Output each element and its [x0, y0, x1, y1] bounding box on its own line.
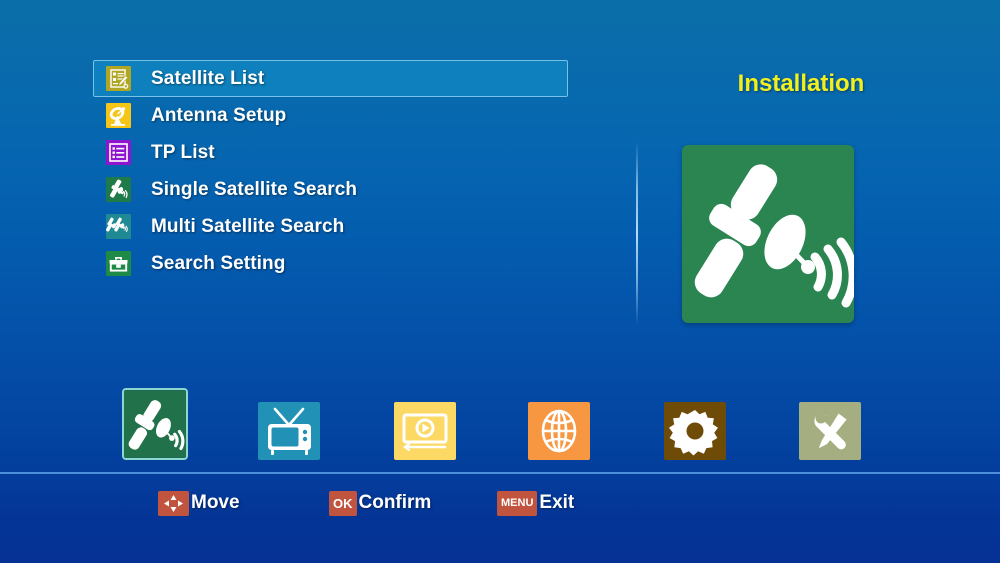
hint-label-exit: Exit [539, 492, 575, 513]
menu-item-label: TP List [151, 141, 215, 163]
satellite-list-icon [106, 66, 131, 91]
ok-key-icon: OK [329, 490, 357, 516]
satellite-dish-icon [682, 145, 854, 323]
hint-label-move: Move [191, 492, 240, 513]
tools-tab[interactable] [799, 402, 861, 460]
hint-confirm: OK Confirm [329, 488, 431, 518]
receiver-screen: Satellite List Antenna Setup TP List Sin… [0, 0, 1000, 563]
channel-tab[interactable] [258, 402, 320, 460]
main-tab-bar [0, 388, 1000, 468]
network-tab[interactable] [528, 402, 590, 460]
hint-label-confirm: Confirm [358, 492, 432, 513]
multi-satellite-icon [106, 214, 131, 239]
menu-item-single-satellite-search[interactable]: Single Satellite Search [93, 171, 568, 208]
dpad-icon [158, 490, 189, 516]
menu-item-antenna-setup[interactable]: Antenna Setup [93, 97, 568, 134]
menu-key-icon: MENU [497, 490, 538, 516]
tp-list-icon [106, 140, 131, 165]
antenna-dish-icon [106, 103, 131, 128]
settings-tab[interactable] [664, 402, 726, 460]
media-tab[interactable] [394, 402, 456, 460]
menu-item-label: Antenna Setup [151, 104, 287, 126]
page-title: Installation [737, 70, 865, 97]
menu-item-label: Multi Satellite Search [151, 215, 345, 237]
hint-exit: MENU Exit [497, 488, 574, 518]
menu-item-tp-list[interactable]: TP List [93, 134, 568, 171]
hint-move: Move [158, 488, 240, 518]
vertical-divider [636, 142, 638, 324]
menu-item-label: Single Satellite Search [151, 178, 358, 200]
menu-item-label: Search Setting [151, 252, 286, 274]
menu-item-multi-satellite-search[interactable]: Multi Satellite Search [93, 208, 568, 245]
installation-tab[interactable] [122, 388, 188, 460]
key-hint-bar: Move OK Confirm MENU Exit [0, 488, 1000, 522]
single-satellite-icon [106, 177, 131, 202]
horizontal-divider [0, 472, 1000, 474]
toolbox-icon [106, 251, 131, 276]
installation-menu-list: Satellite List Antenna Setup TP List Sin… [93, 60, 568, 282]
menu-item-satellite-list[interactable]: Satellite List [93, 60, 568, 97]
menu-item-search-setting[interactable]: Search Setting [93, 245, 568, 282]
menu-item-label: Satellite List [151, 67, 265, 89]
